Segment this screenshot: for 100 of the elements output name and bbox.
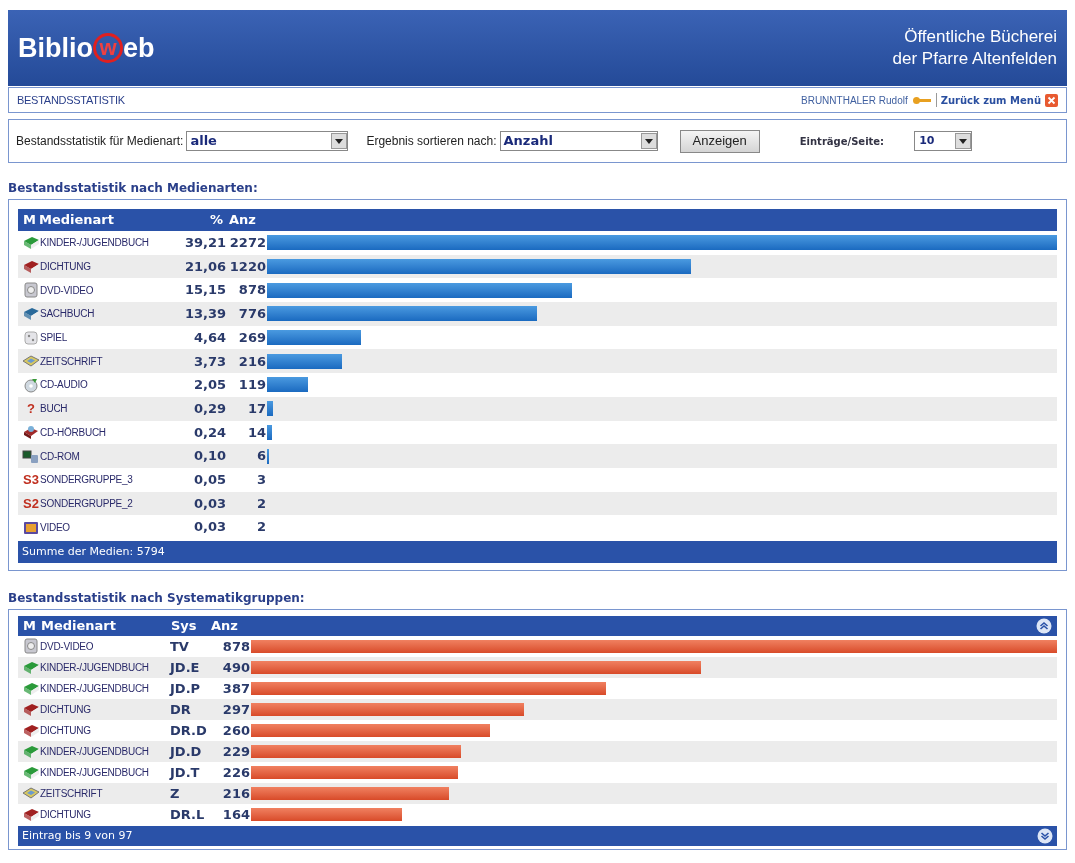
sys-cell-text: JD.D	[170, 742, 203, 761]
count-cell-text: 229	[221, 742, 250, 761]
media-type-cell-text: CD-ROM	[40, 449, 81, 464]
caret-icon	[644, 138, 653, 144]
close-icon[interactable]	[1045, 93, 1058, 107]
sys-cell-text: DR.D	[170, 721, 208, 740]
magazine-icon	[22, 786, 40, 801]
bar	[267, 424, 272, 440]
percent-cell-text: 0,29	[192, 399, 226, 418]
dropdown-arrow-button[interactable]	[331, 133, 348, 149]
percent-cell-text: 0,03	[192, 494, 226, 513]
bar	[267, 448, 270, 464]
sys-cell-text: DR.L	[170, 805, 206, 824]
count-cell-text: 226	[221, 763, 250, 782]
caret-icon	[959, 138, 968, 144]
tv-icon	[23, 519, 39, 535]
book-stack-icon	[22, 424, 40, 441]
media-code-icon: ?	[27, 402, 35, 416]
section-title: Bestandsstatistik nach Systematikgruppen:	[8, 589, 306, 607]
media-type-cell-text: CD-HÖRBUCH	[40, 425, 107, 440]
column-header: Sys	[171, 617, 198, 636]
percent-cell-text: 0,10	[192, 447, 226, 466]
user-name: BRUNNTHALER Rudolf	[801, 93, 908, 108]
media-type-cell-text: SONDERGRUPPE_2	[40, 496, 134, 511]
count-cell-text: 216	[221, 784, 250, 803]
media-type-cell-text: DICHTUNG	[40, 702, 92, 717]
book-icon	[22, 743, 40, 759]
scroll-up-icon[interactable]	[1036, 617, 1052, 634]
count-cell-text: 17	[246, 399, 266, 418]
count-cell-text: 269	[237, 328, 266, 347]
count-cell-text: 1220	[228, 257, 266, 276]
column-header: Anz	[211, 617, 239, 636]
dropdown-arrow-button[interactable]	[955, 133, 972, 149]
sys-cell-text: JD.E	[170, 658, 201, 677]
count-cell-text: 2272	[228, 234, 266, 253]
column-header: Anz	[229, 211, 257, 230]
media-type-cell-text: DVD-VIDEO	[40, 283, 95, 298]
media-type-cell-text: SPIEL	[40, 331, 69, 346]
percent-cell-text: 4,64	[192, 328, 226, 347]
media-type-cell-text: BUCH	[40, 402, 69, 417]
count-cell-text: 878	[221, 637, 250, 656]
count-cell-text: 776	[237, 305, 266, 324]
media-type-cell-text: DVD-VIDEO	[40, 639, 95, 654]
count-cell-text: 216	[237, 352, 266, 371]
count-cell-text: 3	[255, 470, 266, 489]
count-cell-text: 878	[237, 281, 266, 300]
media-type-cell-text: SACHBUCH	[40, 307, 96, 322]
disc-case-icon	[23, 282, 39, 299]
magazine-icon	[22, 354, 40, 369]
media-type-cell-text: KINDER-/JUGENDBUCH	[40, 236, 150, 251]
column-header: %	[208, 211, 224, 230]
book-icon	[22, 235, 40, 251]
percent-cell-text: 15,15	[183, 281, 226, 300]
count-cell-text: 260	[221, 721, 250, 740]
entry-range: Eintrag bis 9 von 97	[22, 827, 133, 844]
medienart-select[interactable]: alle	[186, 131, 349, 151]
back-to-menu-link[interactable]: Zurück zum Menü	[940, 92, 1041, 108]
count-cell-text: 6	[255, 447, 266, 466]
column-header: M	[23, 211, 37, 230]
key-icon	[911, 95, 932, 105]
book-icon	[22, 306, 40, 322]
media-type-cell-text: VIDEO	[40, 520, 71, 535]
sys-cell-text: TV	[170, 637, 190, 656]
media-type-cell-text: KINDER-/JUGENDBUCH	[40, 765, 150, 780]
filter-label: Bestandsstatistik für Medienart:	[16, 133, 184, 150]
scroll-down-icon[interactable]	[1037, 827, 1053, 844]
cd-icon	[23, 376, 39, 393]
book-icon	[22, 659, 40, 675]
media-type-cell-text: KINDER-/JUGENDBUCH	[40, 744, 150, 759]
sys-cell-text: Z	[170, 784, 181, 803]
count-cell-text: 119	[237, 376, 266, 395]
dice-icon	[23, 329, 39, 346]
book-icon	[22, 764, 40, 780]
computer-icon	[22, 448, 40, 464]
bar	[267, 401, 273, 417]
media-code-icon: S3	[23, 473, 39, 487]
media-type-cell-text: ZEITSCHRIFT	[40, 354, 104, 369]
sys-cell-text: JD.T	[170, 763, 201, 782]
percent-cell-text: 21,06	[183, 257, 226, 276]
sort-select[interactable]: Anzahl	[499, 131, 658, 151]
filter-label: Einträge/Seite:	[799, 134, 885, 149]
show-button[interactable]: Anzeigen	[679, 129, 760, 153]
sys-cell-text: DR	[170, 700, 192, 719]
dropdown-arrow-button[interactable]	[640, 133, 657, 149]
count-cell-text: 387	[221, 679, 250, 698]
percent-cell-text: 13,39	[183, 305, 226, 324]
book-icon	[22, 259, 40, 275]
percent-cell-text: 0,05	[192, 470, 226, 489]
column-header: M	[23, 617, 37, 636]
percent-cell-text: 0,03	[192, 518, 226, 537]
count-cell-text: 14	[246, 423, 266, 442]
count-cell-text: 2	[255, 494, 266, 513]
percent-cell-text: 2,05	[192, 376, 226, 395]
page-title: BESTANDSSTATISTIK	[17, 92, 125, 108]
per-page-select[interactable]: 10	[914, 131, 973, 151]
media-type-cell-text: ZEITSCHRIFT	[40, 786, 104, 801]
percent-cell-text: 3,73	[192, 352, 226, 371]
filter-label: Ergebnis sortieren nach:	[366, 133, 497, 150]
column-header: Medienart	[41, 617, 117, 636]
count-cell-text: 164	[221, 805, 250, 824]
